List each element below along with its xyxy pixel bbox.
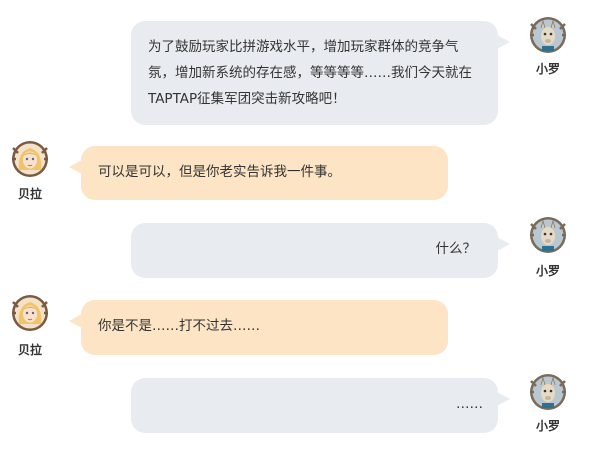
message-text: 你是不是……打不过去…… xyxy=(98,318,260,334)
speaker-name: 小罗 xyxy=(535,419,560,433)
chat-bubble: 什么？ xyxy=(131,223,510,278)
message-3: 什么？ 小罗 xyxy=(0,210,593,285)
llama-avatar-icon xyxy=(529,16,567,54)
speaker-name: 小罗 xyxy=(535,264,560,278)
message-5: …… 小罗 xyxy=(0,365,593,459)
llama-avatar-icon xyxy=(529,216,567,254)
blonde-girl-avatar-icon xyxy=(11,140,49,178)
message-2: 可以是可以，但是你老实告诉我一件事。 贝拉 xyxy=(0,130,593,210)
chat-bubble: 可以是可以，但是你老实告诉我一件事。 xyxy=(69,146,448,200)
chat-bubble: 你是不是……打不过去…… xyxy=(69,300,448,355)
chat-bubble: …… xyxy=(131,378,510,433)
chat-log: 为了鼓励玩家比拼游戏水平，增加玩家群体的竞争气氛，增加新系统的存在感，等等等等…… xyxy=(0,0,593,459)
message-text: 为了鼓励玩家比拼游戏水平，增加玩家群体的竞争气氛，增加新系统的存在感，等等等等…… xyxy=(148,39,472,107)
message-text: 可以是可以，但是你老实告诉我一件事。 xyxy=(98,164,341,180)
message-1: 为了鼓励玩家比拼游戏水平，增加玩家群体的竞争气氛，增加新系统的存在感，等等等等…… xyxy=(0,0,593,130)
message-text: …… xyxy=(456,396,483,412)
chat-bubble: 为了鼓励玩家比拼游戏水平，增加玩家群体的竞争气氛，增加新系统的存在感，等等等等…… xyxy=(131,21,510,125)
blonde-girl-avatar-icon xyxy=(11,294,49,332)
speaker-name: 贝拉 xyxy=(17,343,42,357)
speaker-name: 小罗 xyxy=(535,62,560,76)
llama-avatar-icon xyxy=(529,373,567,411)
message-4: 你是不是……打不过去…… 贝拉 xyxy=(0,285,593,365)
speaker-name: 贝拉 xyxy=(17,187,42,201)
message-text: 什么？ xyxy=(435,241,477,257)
